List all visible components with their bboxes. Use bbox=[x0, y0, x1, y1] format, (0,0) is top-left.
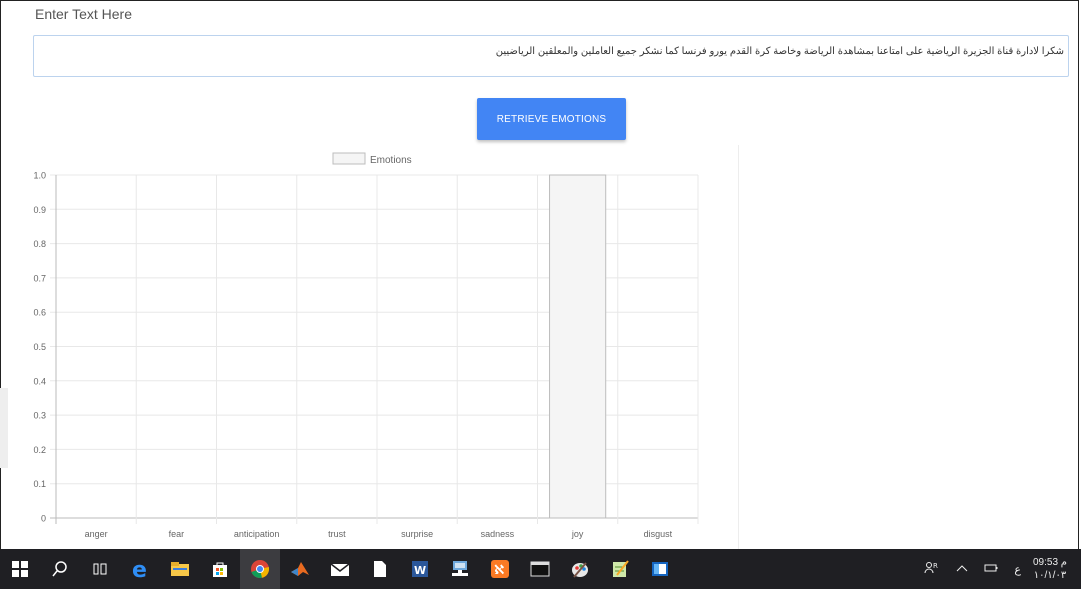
terminal-icon[interactable] bbox=[520, 549, 560, 589]
x-tick-label: anticipation bbox=[234, 529, 280, 539]
taskbar: e W ℵ R ع 09:53 م ١٠/١/٠٣ bbox=[0, 549, 1081, 589]
y-tick-label: 0.2 bbox=[33, 445, 46, 455]
y-tick-label: 0.4 bbox=[33, 376, 46, 386]
text-input-label: Enter Text Here bbox=[35, 6, 133, 22]
xampp-icon[interactable]: ℵ bbox=[480, 549, 520, 589]
y-tick-label: 0 bbox=[41, 514, 46, 524]
network-app-icon[interactable] bbox=[440, 549, 480, 589]
bar-joy bbox=[549, 174, 607, 519]
svg-text:e: e bbox=[132, 559, 147, 579]
y-tick-label: 0.1 bbox=[33, 479, 46, 489]
retrieve-emotions-button[interactable]: RETRIEVE EMOTIONS bbox=[477, 98, 626, 140]
app-icon[interactable] bbox=[640, 549, 680, 589]
system-tray: R ع 09:53 م ١٠/١/٠٣ bbox=[916, 549, 1081, 589]
y-tick-label: 0.3 bbox=[33, 411, 46, 421]
x-tick-label: sadness bbox=[481, 529, 515, 539]
x-tick-label: disgust bbox=[644, 529, 673, 539]
search-icon[interactable] bbox=[40, 549, 80, 589]
svg-text:ℵ: ℵ bbox=[494, 563, 504, 578]
y-tick-label: 0.7 bbox=[33, 273, 46, 283]
clock[interactable]: 09:53 م ١٠/١/٠٣ bbox=[1033, 556, 1067, 582]
file-explorer-icon[interactable] bbox=[160, 549, 200, 589]
chrome-icon[interactable] bbox=[240, 549, 280, 589]
people-icon[interactable]: R bbox=[924, 561, 940, 578]
clock-time: 09:53 م bbox=[1032, 557, 1067, 568]
svg-text:W: W bbox=[414, 564, 426, 577]
x-tick-label: anger bbox=[85, 529, 108, 539]
task-view-icon[interactable] bbox=[80, 549, 120, 589]
matlab-icon[interactable] bbox=[280, 549, 320, 589]
x-tick-label: joy bbox=[571, 529, 584, 539]
mail-icon[interactable] bbox=[320, 549, 360, 589]
legend-label: Emotions bbox=[370, 155, 412, 166]
store-icon[interactable] bbox=[200, 549, 240, 589]
text-input-value: شكرا لادارة قناة الجزيرة الرياضية على ام… bbox=[495, 46, 1064, 57]
y-tick-label: 0.6 bbox=[33, 308, 46, 318]
windows-start-icon[interactable] bbox=[0, 549, 40, 589]
battery-icon[interactable] bbox=[984, 563, 998, 576]
x-tick-label: fear bbox=[169, 529, 185, 539]
text-input-field[interactable]: شكرا لادارة قناة الجزيرة الرياضية على ام… bbox=[33, 35, 1069, 77]
y-tick-label: 1.0 bbox=[33, 171, 46, 181]
clock-date: ١٠/١/٠٣ bbox=[1033, 570, 1067, 581]
edge-icon[interactable]: e bbox=[120, 549, 160, 589]
y-tick-label: 0.8 bbox=[33, 239, 46, 249]
legend-swatch bbox=[332, 152, 366, 165]
notepad-icon[interactable] bbox=[600, 549, 640, 589]
chevron-up-icon[interactable] bbox=[956, 563, 968, 575]
language-indicator[interactable]: ع bbox=[1014, 563, 1021, 576]
y-tick-label: 0.9 bbox=[33, 205, 46, 215]
paint-icon[interactable] bbox=[560, 549, 600, 589]
word-icon[interactable]: W bbox=[400, 549, 440, 589]
x-tick-label: surprise bbox=[401, 529, 433, 539]
svg-text:R: R bbox=[933, 562, 938, 570]
emotions-bar-chart: Emotions 0 0.1 0.2 0.3 0.4 0.5 0.6 0.7 0.8 0.9 1.0… bbox=[33, 152, 699, 539]
document-icon[interactable] bbox=[360, 549, 400, 589]
y-tick-label: 0.5 bbox=[33, 342, 46, 352]
x-tick-label: trust bbox=[328, 529, 346, 539]
panel-divider bbox=[738, 145, 739, 550]
